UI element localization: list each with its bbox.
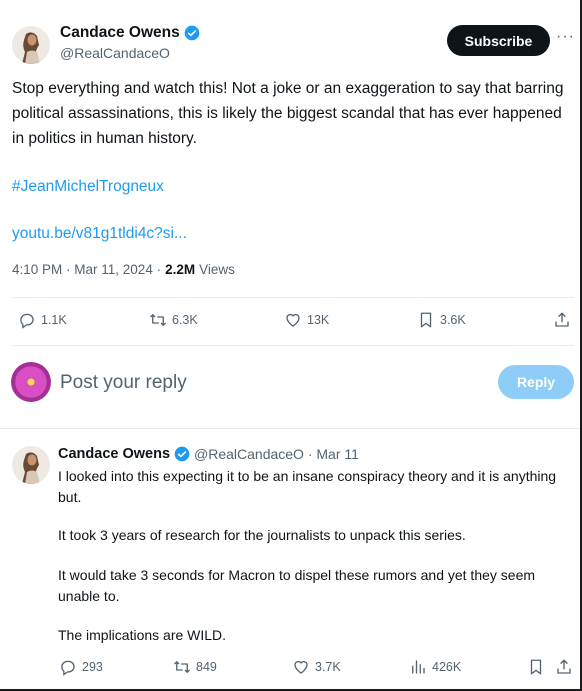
verified-badge-icon <box>174 446 190 462</box>
repost-icon <box>150 314 166 326</box>
views-action[interactable]: 426K <box>409 658 461 676</box>
repost-action[interactable]: 849 <box>173 658 217 676</box>
repost-icon <box>174 661 190 673</box>
more-icon[interactable]: ··· <box>556 28 575 46</box>
views-label: Views <box>199 262 235 277</box>
bookmark-count: 3.6K <box>440 313 466 327</box>
reply-actions: 293 849 3.7K 426K <box>0 658 580 682</box>
divider <box>12 345 574 346</box>
tweet-meta: 4:10 PM · Mar 11, 2024 · 2.2M Views <box>12 262 235 277</box>
reply-composer: Post your reply Reply <box>0 352 580 414</box>
hashtag-link[interactable]: #JeanMichelTrogneux <box>12 174 572 199</box>
bookmark-icon <box>420 312 432 328</box>
bookmark-action[interactable] <box>527 658 545 676</box>
reply-paragraph: I looked into this expecting it to be an… <box>58 468 557 505</box>
repost-count: 6.3K <box>172 313 198 327</box>
like-action[interactable]: 13K <box>284 311 329 329</box>
reply-paragraph: It would take 3 seconds for Macron to di… <box>58 567 536 604</box>
repost-action[interactable]: 6.3K <box>149 311 198 329</box>
reply-count: 293 <box>82 660 103 674</box>
share-icon <box>557 659 571 674</box>
like-icon <box>286 313 300 327</box>
reply-count: 1.1K <box>41 313 67 327</box>
like-count: 13K <box>307 313 330 327</box>
divider <box>12 297 574 298</box>
reply-header: Candace Owens @RealCandaceO · Mar 11 <box>58 446 359 462</box>
verified-badge-icon <box>184 25 200 41</box>
reply-button[interactable]: Reply <box>498 365 574 399</box>
author-name-text[interactable]: Candace Owens <box>60 24 180 42</box>
reply-icon <box>20 313 34 329</box>
like-action[interactable]: 3.7K <box>292 658 341 676</box>
bookmark-action[interactable]: 3.6K <box>417 311 466 329</box>
reply-paragraph: It took 3 years of research for the jour… <box>58 527 466 543</box>
reply-handle-date[interactable]: @RealCandaceO · Mar 11 <box>194 446 359 462</box>
reply-author-name[interactable]: Candace Owens <box>58 446 170 462</box>
reply-action[interactable]: 293 <box>59 658 103 676</box>
author-handle[interactable]: @RealCandaceO <box>60 45 170 61</box>
reply-input[interactable]: Post your reply <box>60 372 187 394</box>
reply-paragraph: The implications are WILD. <box>58 627 227 643</box>
share-icon <box>555 312 569 327</box>
author-name[interactable]: Candace Owens <box>60 24 200 42</box>
share-action[interactable] <box>553 311 571 329</box>
views-count: 426K <box>432 660 462 674</box>
tweet-timestamp[interactable]: 4:10 PM · Mar 11, 2024 · <box>12 262 161 277</box>
author-avatar[interactable] <box>12 26 50 64</box>
youtube-link[interactable]: youtu.be/v81g1tldi4c?si... <box>12 221 572 246</box>
like-icon <box>294 660 308 674</box>
user-avatar[interactable] <box>11 362 51 402</box>
like-count: 3.7K <box>315 660 341 674</box>
bookmark-icon <box>530 659 542 675</box>
divider <box>0 428 580 429</box>
tweet-actions: 1.1K 6.3K 13K 3.6K <box>0 311 580 335</box>
reply-action[interactable]: 1.1K <box>18 311 67 329</box>
subscribe-button[interactable]: Subscribe <box>447 25 550 56</box>
reply-author-avatar[interactable] <box>12 446 50 484</box>
tweet-text: Stop everything and watch this! Not a jo… <box>12 80 564 147</box>
views-icon <box>412 660 425 674</box>
share-action[interactable] <box>555 658 573 676</box>
views-count: 2.2M <box>165 262 196 277</box>
reply-icon <box>61 660 75 676</box>
repost-count: 849 <box>196 660 217 674</box>
